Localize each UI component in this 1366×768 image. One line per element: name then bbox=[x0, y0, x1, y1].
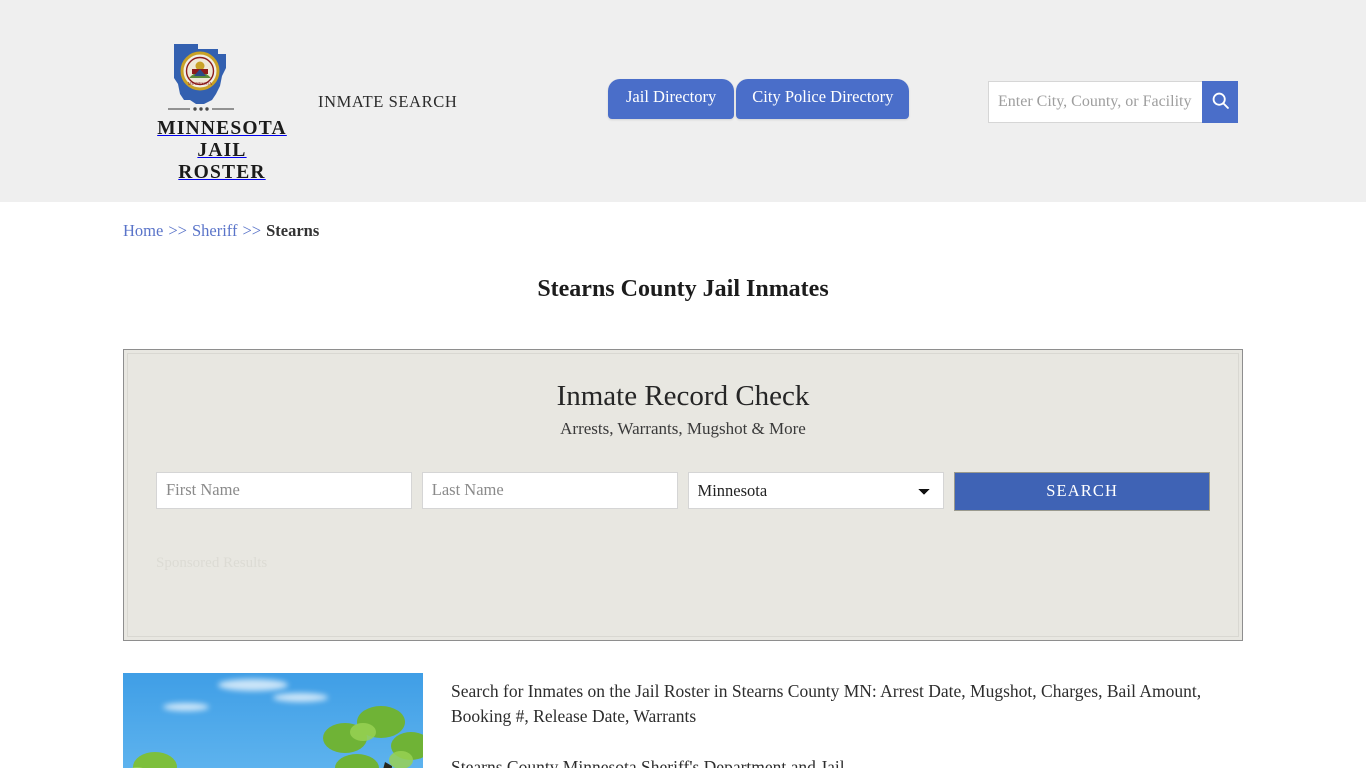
logo-line-2: JAIL ROSTER bbox=[178, 139, 266, 183]
state-select[interactable]: Minnesota bbox=[687, 471, 945, 509]
breadcrumb-separator-2: >> bbox=[242, 221, 262, 240]
sponsored-results-label: Sponsored Results bbox=[156, 554, 268, 571]
last-name-input[interactable] bbox=[421, 471, 678, 509]
photo-tree-right bbox=[323, 706, 423, 768]
photo-cloud bbox=[163, 703, 209, 711]
minnesota-state-seal-icon: MINNESOTA bbox=[156, 38, 288, 118]
inmate-search-form: Minnesota SEARCH bbox=[156, 471, 1210, 511]
header-inner: MINNESOTA MINNESOTA JAIL ROSTER INMATE S… bbox=[123, 0, 1243, 202]
inmate-record-check-panel: Inmate Record Check Arrests, Warrants, M… bbox=[123, 349, 1243, 641]
header-search bbox=[988, 81, 1238, 123]
record-panel-title: Inmate Record Check bbox=[556, 380, 810, 412]
courthouse-photo bbox=[123, 673, 423, 768]
logo-line-1: MINNESOTA bbox=[157, 118, 287, 139]
header-search-input[interactable] bbox=[988, 81, 1202, 123]
content-text: Search for Inmates on the Jail Roster in… bbox=[451, 673, 1243, 768]
site-header: MINNESOTA MINNESOTA JAIL ROSTER INMATE S… bbox=[0, 0, 1366, 202]
search-submit-button[interactable]: SEARCH bbox=[954, 471, 1210, 511]
breadcrumb-current: Stearns bbox=[266, 221, 320, 240]
header-search-button[interactable] bbox=[1202, 81, 1238, 123]
breadcrumb-link-sheriff[interactable]: Sheriff bbox=[192, 221, 238, 240]
primary-nav: Jail Directory City Police Directory bbox=[608, 79, 910, 120]
breadcrumb: Home >> Sheriff >> Stearns bbox=[123, 202, 1243, 241]
content-paragraph-1: Search for Inmates on the Jail Roster in… bbox=[451, 681, 1202, 727]
page-title: Stearns County Jail Inmates bbox=[537, 276, 829, 302]
header-tagline: INMATE SEARCH bbox=[318, 92, 458, 111]
content-paragraph-2: Stearns County Minnesota Sheriff's Depar… bbox=[451, 756, 845, 768]
photo-tree-left bbox=[131, 752, 177, 768]
svg-text:MINNESOTA: MINNESOTA bbox=[188, 81, 212, 86]
record-panel-inner: Inmate Record Check Arrests, Warrants, M… bbox=[127, 353, 1239, 637]
site-logo[interactable]: MINNESOTA MINNESOTA JAIL ROSTER bbox=[156, 38, 288, 183]
nav-tab-city-police-directory[interactable]: City Police Directory bbox=[736, 79, 910, 120]
content-row: Search for Inmates on the Jail Roster in… bbox=[123, 673, 1243, 768]
logo-wordmark: MINNESOTA JAIL ROSTER bbox=[156, 118, 288, 183]
breadcrumb-separator-1: >> bbox=[168, 221, 187, 240]
search-icon bbox=[1210, 90, 1231, 114]
breadcrumb-link-home[interactable]: Home bbox=[123, 221, 163, 240]
record-panel-subtitle: Arrests, Warrants, Mugshot & More bbox=[560, 418, 806, 438]
nav-tab-jail-directory[interactable]: Jail Directory bbox=[608, 79, 735, 120]
photo-cloud bbox=[218, 679, 288, 691]
first-name-input[interactable] bbox=[156, 471, 412, 509]
